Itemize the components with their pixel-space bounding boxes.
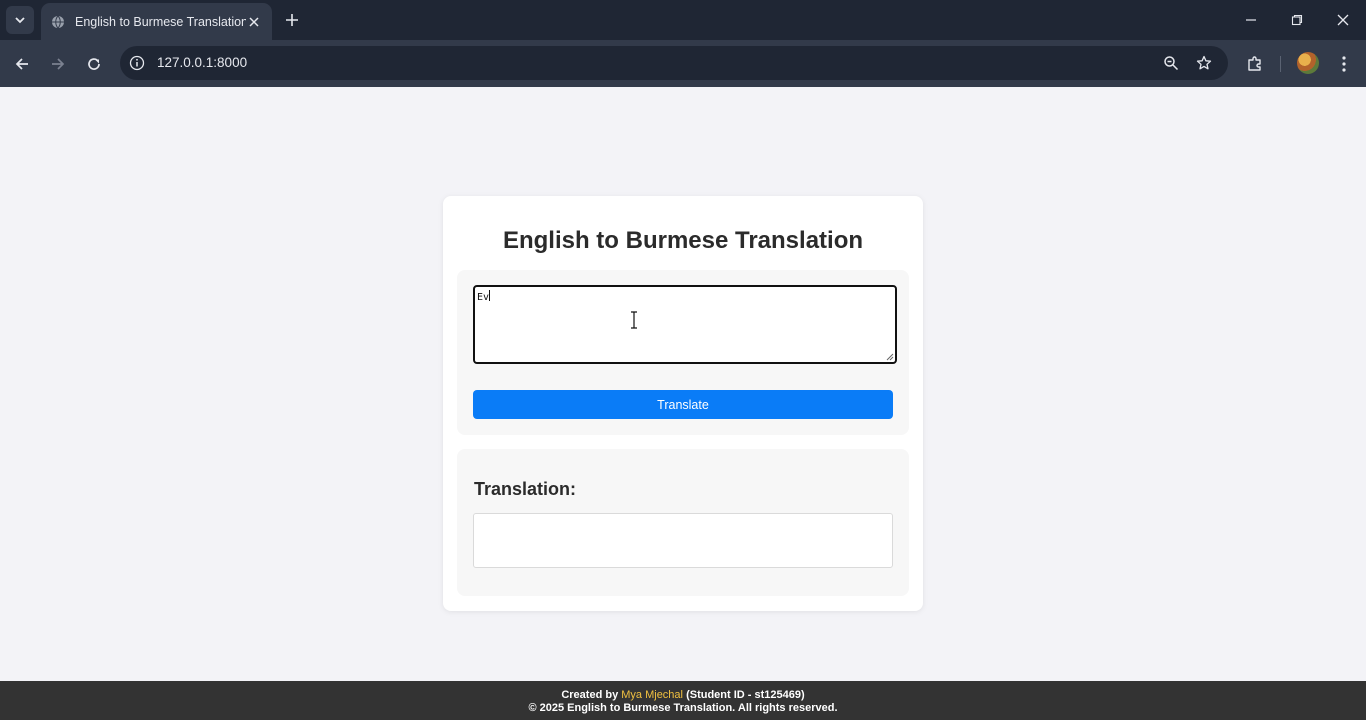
restore-icon (1291, 14, 1303, 26)
footer-copyright: © 2025 English to Burmese Translation. A… (528, 701, 838, 714)
restore-button[interactable] (1274, 0, 1320, 40)
new-tab-button[interactable] (280, 8, 304, 32)
tab-title: English to Burmese Translation (75, 14, 246, 29)
profile-avatar[interactable] (1297, 52, 1319, 74)
back-button[interactable] (8, 50, 36, 78)
bookmark-star-icon[interactable] (1194, 53, 1214, 73)
close-icon (1337, 14, 1349, 26)
arrow-left-icon (15, 58, 28, 70)
tab-search-button[interactable] (6, 6, 34, 34)
translation-card: English to Burmese Translation Ev Transl… (443, 196, 923, 611)
zoom-icon[interactable] (1161, 53, 1181, 73)
browser-tab-bar: English to Burmese Translation (0, 0, 1366, 40)
translation-output (473, 513, 893, 568)
plus-icon (286, 14, 298, 26)
author-link[interactable]: Mya Mjechal (621, 689, 683, 701)
footer-created-by: Created by (561, 689, 619, 701)
result-section: Translation: (457, 449, 909, 596)
globe-icon (51, 15, 65, 29)
source-text-input[interactable]: Ev (473, 285, 897, 364)
minimize-icon (1246, 19, 1256, 21)
browser-toolbar: 127.0.0.1:8000 (0, 40, 1366, 87)
address-bar[interactable]: 127.0.0.1:8000 (120, 46, 1228, 80)
chevron-down-icon (15, 17, 25, 24)
site-info-icon[interactable] (128, 54, 146, 72)
input-text: Ev (477, 292, 490, 303)
translation-form: Ev Translate (457, 270, 909, 435)
text-caret (489, 290, 491, 301)
extensions-button[interactable] (1243, 52, 1267, 76)
close-window-button[interactable] (1320, 0, 1366, 40)
result-heading: Translation: (474, 479, 577, 499)
browser-tab[interactable]: English to Burmese Translation (41, 3, 272, 40)
minimize-button[interactable] (1228, 0, 1274, 40)
page-footer: Created by Mya Mjechal (Student ID - st1… (0, 681, 1366, 720)
toolbar-divider (1280, 56, 1281, 72)
puzzle-icon (1248, 56, 1261, 71)
text-cursor-icon (631, 311, 637, 329)
arrow-right-icon (52, 58, 65, 70)
reload-button[interactable] (80, 50, 108, 78)
forward-button[interactable] (44, 50, 72, 78)
close-tab-icon[interactable] (246, 14, 262, 30)
footer-credit-line: Created by Mya Mjechal (Student ID - st1… (0, 689, 1366, 702)
more-vert-icon (1342, 56, 1346, 72)
reload-icon (88, 58, 100, 70)
page-title: English to Burmese Translation (502, 227, 864, 254)
menu-button[interactable] (1332, 52, 1356, 76)
translate-button[interactable]: Translate (473, 390, 893, 419)
url-text: 127.0.0.1:8000 (157, 55, 248, 70)
footer-student-id: (Student ID - st125469) (686, 689, 805, 701)
resize-handle-icon[interactable] (886, 353, 894, 361)
